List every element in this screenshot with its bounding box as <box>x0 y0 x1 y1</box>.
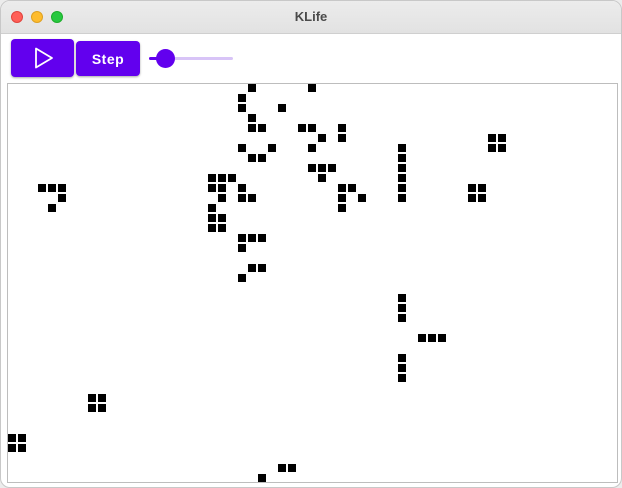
step-button[interactable]: Step <box>76 41 140 76</box>
play-icon <box>34 47 53 69</box>
live-cell[interactable] <box>238 144 246 152</box>
live-cell[interactable] <box>258 474 266 482</box>
live-cell[interactable] <box>288 464 296 472</box>
live-cell[interactable] <box>338 124 346 132</box>
live-cell[interactable] <box>308 124 316 132</box>
live-cell[interactable] <box>248 234 256 242</box>
live-cell[interactable] <box>418 334 426 342</box>
live-cell[interactable] <box>398 304 406 312</box>
live-cell[interactable] <box>18 444 26 452</box>
live-cell[interactable] <box>218 194 226 202</box>
live-cell[interactable] <box>218 184 226 192</box>
live-cell[interactable] <box>88 404 96 412</box>
live-cell[interactable] <box>348 184 356 192</box>
live-cell[interactable] <box>228 174 236 182</box>
live-cell[interactable] <box>338 134 346 142</box>
live-cell[interactable] <box>468 194 476 202</box>
live-cell[interactable] <box>318 134 326 142</box>
live-cell[interactable] <box>248 114 256 122</box>
live-cell[interactable] <box>398 184 406 192</box>
live-cell[interactable] <box>258 124 266 132</box>
live-cell[interactable] <box>398 164 406 172</box>
live-cell[interactable] <box>88 394 96 402</box>
play-button[interactable] <box>11 39 74 77</box>
live-cell[interactable] <box>238 194 246 202</box>
toolbar: Step <box>1 34 621 82</box>
live-cell[interactable] <box>278 104 286 112</box>
app-window: KLife Step <box>0 0 622 488</box>
live-cell[interactable] <box>8 434 16 442</box>
live-cell[interactable] <box>488 144 496 152</box>
life-grid[interactable] <box>7 83 618 483</box>
live-cell[interactable] <box>308 84 316 92</box>
live-cell[interactable] <box>218 224 226 232</box>
live-cell[interactable] <box>238 244 246 252</box>
live-cell[interactable] <box>258 264 266 272</box>
live-cell[interactable] <box>398 314 406 322</box>
live-cell[interactable] <box>398 364 406 372</box>
live-cell[interactable] <box>218 174 226 182</box>
speed-slider[interactable] <box>149 48 235 68</box>
live-cell[interactable] <box>208 224 216 232</box>
live-cell[interactable] <box>398 374 406 382</box>
live-cell[interactable] <box>338 204 346 212</box>
live-cell[interactable] <box>318 174 326 182</box>
live-cell[interactable] <box>48 204 56 212</box>
title-bar[interactable]: KLife <box>1 1 621 34</box>
live-cell[interactable] <box>58 194 66 202</box>
live-cell[interactable] <box>338 184 346 192</box>
live-cell[interactable] <box>398 154 406 162</box>
live-cell[interactable] <box>248 84 256 92</box>
live-cell[interactable] <box>278 464 286 472</box>
live-cell[interactable] <box>238 104 246 112</box>
window-title: KLife <box>294 9 328 24</box>
live-cell[interactable] <box>488 134 496 142</box>
live-cell[interactable] <box>308 144 316 152</box>
live-cell[interactable] <box>358 194 366 202</box>
live-cell[interactable] <box>328 164 336 172</box>
live-cell[interactable] <box>468 184 476 192</box>
live-cell[interactable] <box>248 124 256 132</box>
live-cell[interactable] <box>8 444 16 452</box>
live-cell[interactable] <box>18 434 26 442</box>
live-cell[interactable] <box>58 184 66 192</box>
live-cell[interactable] <box>298 124 306 132</box>
live-cell[interactable] <box>98 394 106 402</box>
slider-thumb[interactable] <box>156 49 175 68</box>
live-cell[interactable] <box>48 184 56 192</box>
live-cell[interactable] <box>428 334 436 342</box>
live-cell[interactable] <box>398 294 406 302</box>
live-cell[interactable] <box>248 154 256 162</box>
live-cell[interactable] <box>208 184 216 192</box>
live-cell[interactable] <box>98 404 106 412</box>
live-cell[interactable] <box>238 94 246 102</box>
live-cell[interactable] <box>258 154 266 162</box>
live-cell[interactable] <box>398 354 406 362</box>
live-cell[interactable] <box>318 164 326 172</box>
live-cell[interactable] <box>238 274 246 282</box>
live-cell[interactable] <box>498 144 506 152</box>
live-cell[interactable] <box>338 194 346 202</box>
live-cell[interactable] <box>258 234 266 242</box>
live-cell[interactable] <box>478 194 486 202</box>
live-cell[interactable] <box>438 334 446 342</box>
live-cell[interactable] <box>208 174 216 182</box>
live-cell[interactable] <box>248 264 256 272</box>
live-cell[interactable] <box>238 234 246 242</box>
live-cell[interactable] <box>238 184 246 192</box>
live-cell[interactable] <box>398 194 406 202</box>
live-cell[interactable] <box>38 184 46 192</box>
live-cell[interactable] <box>208 204 216 212</box>
live-cell[interactable] <box>268 144 276 152</box>
live-cell[interactable] <box>308 164 316 172</box>
live-cell[interactable] <box>478 184 486 192</box>
live-cell[interactable] <box>248 194 256 202</box>
live-cell[interactable] <box>218 214 226 222</box>
live-cell[interactable] <box>398 174 406 182</box>
live-cell[interactable] <box>208 214 216 222</box>
live-cell[interactable] <box>498 134 506 142</box>
live-cell[interactable] <box>398 144 406 152</box>
